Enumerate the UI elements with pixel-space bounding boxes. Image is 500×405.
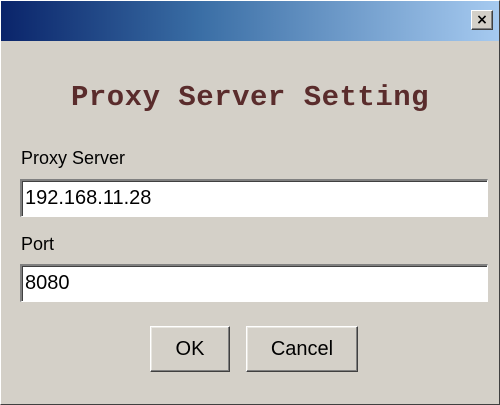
proxy-settings-dialog: × Proxy Server Setting Proxy Server Port… xyxy=(0,0,500,405)
proxy-server-label: Proxy Server xyxy=(21,148,126,168)
port-label: Port xyxy=(21,234,55,254)
cancel-button[interactable]: Cancel xyxy=(246,326,358,372)
title-bar[interactable]: × xyxy=(1,1,499,41)
dialog-heading: Proxy Server Setting xyxy=(70,81,430,114)
close-button[interactable]: × xyxy=(471,10,493,30)
proxy-server-input[interactable] xyxy=(20,179,488,217)
close-icon: × xyxy=(476,12,488,28)
ok-button[interactable]: OK xyxy=(150,326,230,372)
port-input[interactable] xyxy=(20,264,488,302)
